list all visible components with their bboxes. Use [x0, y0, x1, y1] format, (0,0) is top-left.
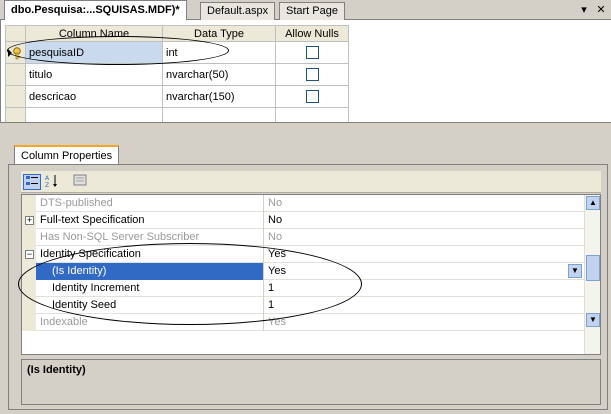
expand-icon[interactable]: +	[25, 216, 34, 225]
property-value[interactable]: Yes	[265, 263, 586, 280]
collapse-icon[interactable]: −	[25, 250, 34, 259]
splitter[interactable]	[0, 122, 611, 134]
tab-column-properties[interactable]: Column Properties	[14, 145, 120, 165]
property-row-selected[interactable]: (Is Identity) Yes ▼	[22, 263, 586, 280]
allow-nulls-checkbox[interactable]	[305, 46, 319, 59]
property-label: Identity Specification	[36, 246, 264, 263]
row-gutter: +	[22, 212, 36, 229]
document-tab-strip: dbo.Pesquisa:...SQUISAS.MDF)* Default.as…	[0, 0, 611, 21]
tab-label: Start Page	[286, 5, 338, 17]
property-grid: DTS-published No + Full-text Specificati…	[21, 194, 601, 355]
property-label: Has Non-SQL Server Subscriber	[36, 229, 264, 246]
tab-label: dbo.Pesquisa:...SQUISAS.MDF)*	[11, 4, 180, 16]
data-type-cell[interactable]: nvarchar(50)	[162, 63, 276, 86]
property-value[interactable]: 1	[265, 297, 586, 314]
alphabetical-sort-icon[interactable]: AZ	[43, 174, 61, 190]
allow-nulls-checkbox[interactable]	[305, 68, 319, 81]
row-selector[interactable]	[5, 41, 26, 64]
svg-text:A: A	[45, 175, 50, 182]
vertical-scrollbar[interactable]: ▲ ▼	[584, 195, 600, 354]
chevron-down-icon[interactable]: ▼	[568, 264, 582, 278]
row-gutter	[22, 280, 36, 297]
property-row[interactable]: − Identity Specification Yes	[22, 246, 586, 263]
property-value[interactable]: Yes	[265, 314, 586, 331]
property-value[interactable]: Yes	[265, 246, 586, 263]
property-row[interactable]: Identity Seed 1	[22, 297, 586, 314]
scroll-down-icon[interactable]: ▼	[586, 313, 600, 327]
categorized-icon[interactable]	[23, 174, 41, 190]
property-row[interactable]: Indexable Yes	[22, 314, 586, 331]
property-label: (Is Identity)	[36, 263, 264, 280]
column-name-header: Column Name	[25, 25, 163, 42]
tab-label: Default.aspx	[207, 5, 269, 17]
row-selector[interactable]	[5, 63, 26, 86]
property-label: Full-text Specification	[36, 212, 264, 229]
property-label: Identity Increment	[36, 280, 264, 297]
properties-toolbar: AZ	[21, 171, 601, 193]
data-type-header: Data Type	[162, 25, 276, 42]
column-name-cell[interactable]: titulo	[25, 63, 163, 86]
tab-pesquisa-table[interactable]: dbo.Pesquisa:...SQUISAS.MDF)*	[4, 0, 187, 21]
properties-container: AZ DTS-published No + Full-text Specific…	[8, 164, 608, 410]
columns-grid: Column Name Data Type Allow Nulls pesqui…	[5, 25, 349, 130]
property-row[interactable]: DTS-published No	[22, 195, 586, 212]
table-row[interactable]: titulo nvarchar(50)	[5, 63, 349, 86]
primary-key-icon	[7, 46, 24, 60]
svg-text:Z: Z	[45, 182, 49, 188]
row-gutter: −	[22, 246, 36, 263]
close-icon[interactable]: ✕	[594, 3, 608, 17]
allow-nulls-header: Allow Nulls	[275, 25, 349, 42]
table-row[interactable]: descricao nvarchar(150)	[5, 85, 349, 108]
allow-nulls-checkbox[interactable]	[305, 90, 319, 103]
property-value[interactable]: No	[265, 229, 586, 246]
property-label: DTS-published	[36, 195, 264, 212]
property-pages-icon[interactable]	[71, 174, 89, 190]
property-value[interactable]: 1	[265, 280, 586, 297]
row-gutter	[22, 195, 36, 212]
property-value[interactable]: No	[265, 212, 586, 229]
property-label: Identity Seed	[36, 297, 264, 314]
allow-nulls-cell	[275, 63, 349, 86]
scroll-up-icon[interactable]: ▲	[586, 196, 600, 210]
column-name-cell[interactable]: pesquisaID	[25, 41, 163, 64]
allow-nulls-cell	[275, 85, 349, 108]
table-designer: Column Name Data Type Allow Nulls pesqui…	[0, 20, 611, 130]
column-name-cell[interactable]: descricao	[25, 85, 163, 108]
property-row[interactable]: + Full-text Specification No	[22, 212, 586, 229]
table-row[interactable]: pesquisaID int	[5, 41, 349, 64]
property-row[interactable]: Identity Increment 1	[22, 280, 586, 297]
tab-default-aspx[interactable]: Default.aspx	[200, 2, 276, 20]
data-type-cell[interactable]: nvarchar(150)	[162, 85, 276, 108]
property-label: Indexable	[36, 314, 264, 331]
row-selector[interactable]	[5, 85, 26, 108]
property-description: (Is Identity)	[21, 359, 601, 405]
column-properties-panel: Column Properties AZ DTS-published No + …	[8, 142, 608, 410]
row-gutter	[22, 314, 36, 331]
allow-nulls-cell	[275, 41, 349, 64]
row-gutter	[22, 297, 36, 314]
row-gutter	[22, 229, 36, 246]
property-value[interactable]: No	[265, 195, 586, 212]
scrollbar-thumb[interactable]	[586, 255, 600, 281]
row-selector-header	[5, 25, 26, 42]
tab-start-page[interactable]: Start Page	[279, 2, 345, 20]
property-row[interactable]: Has Non-SQL Server Subscriber No	[22, 229, 586, 246]
row-gutter	[22, 263, 36, 280]
chevron-down-icon[interactable]: ▾	[577, 3, 591, 17]
data-type-cell[interactable]: int	[162, 41, 276, 64]
